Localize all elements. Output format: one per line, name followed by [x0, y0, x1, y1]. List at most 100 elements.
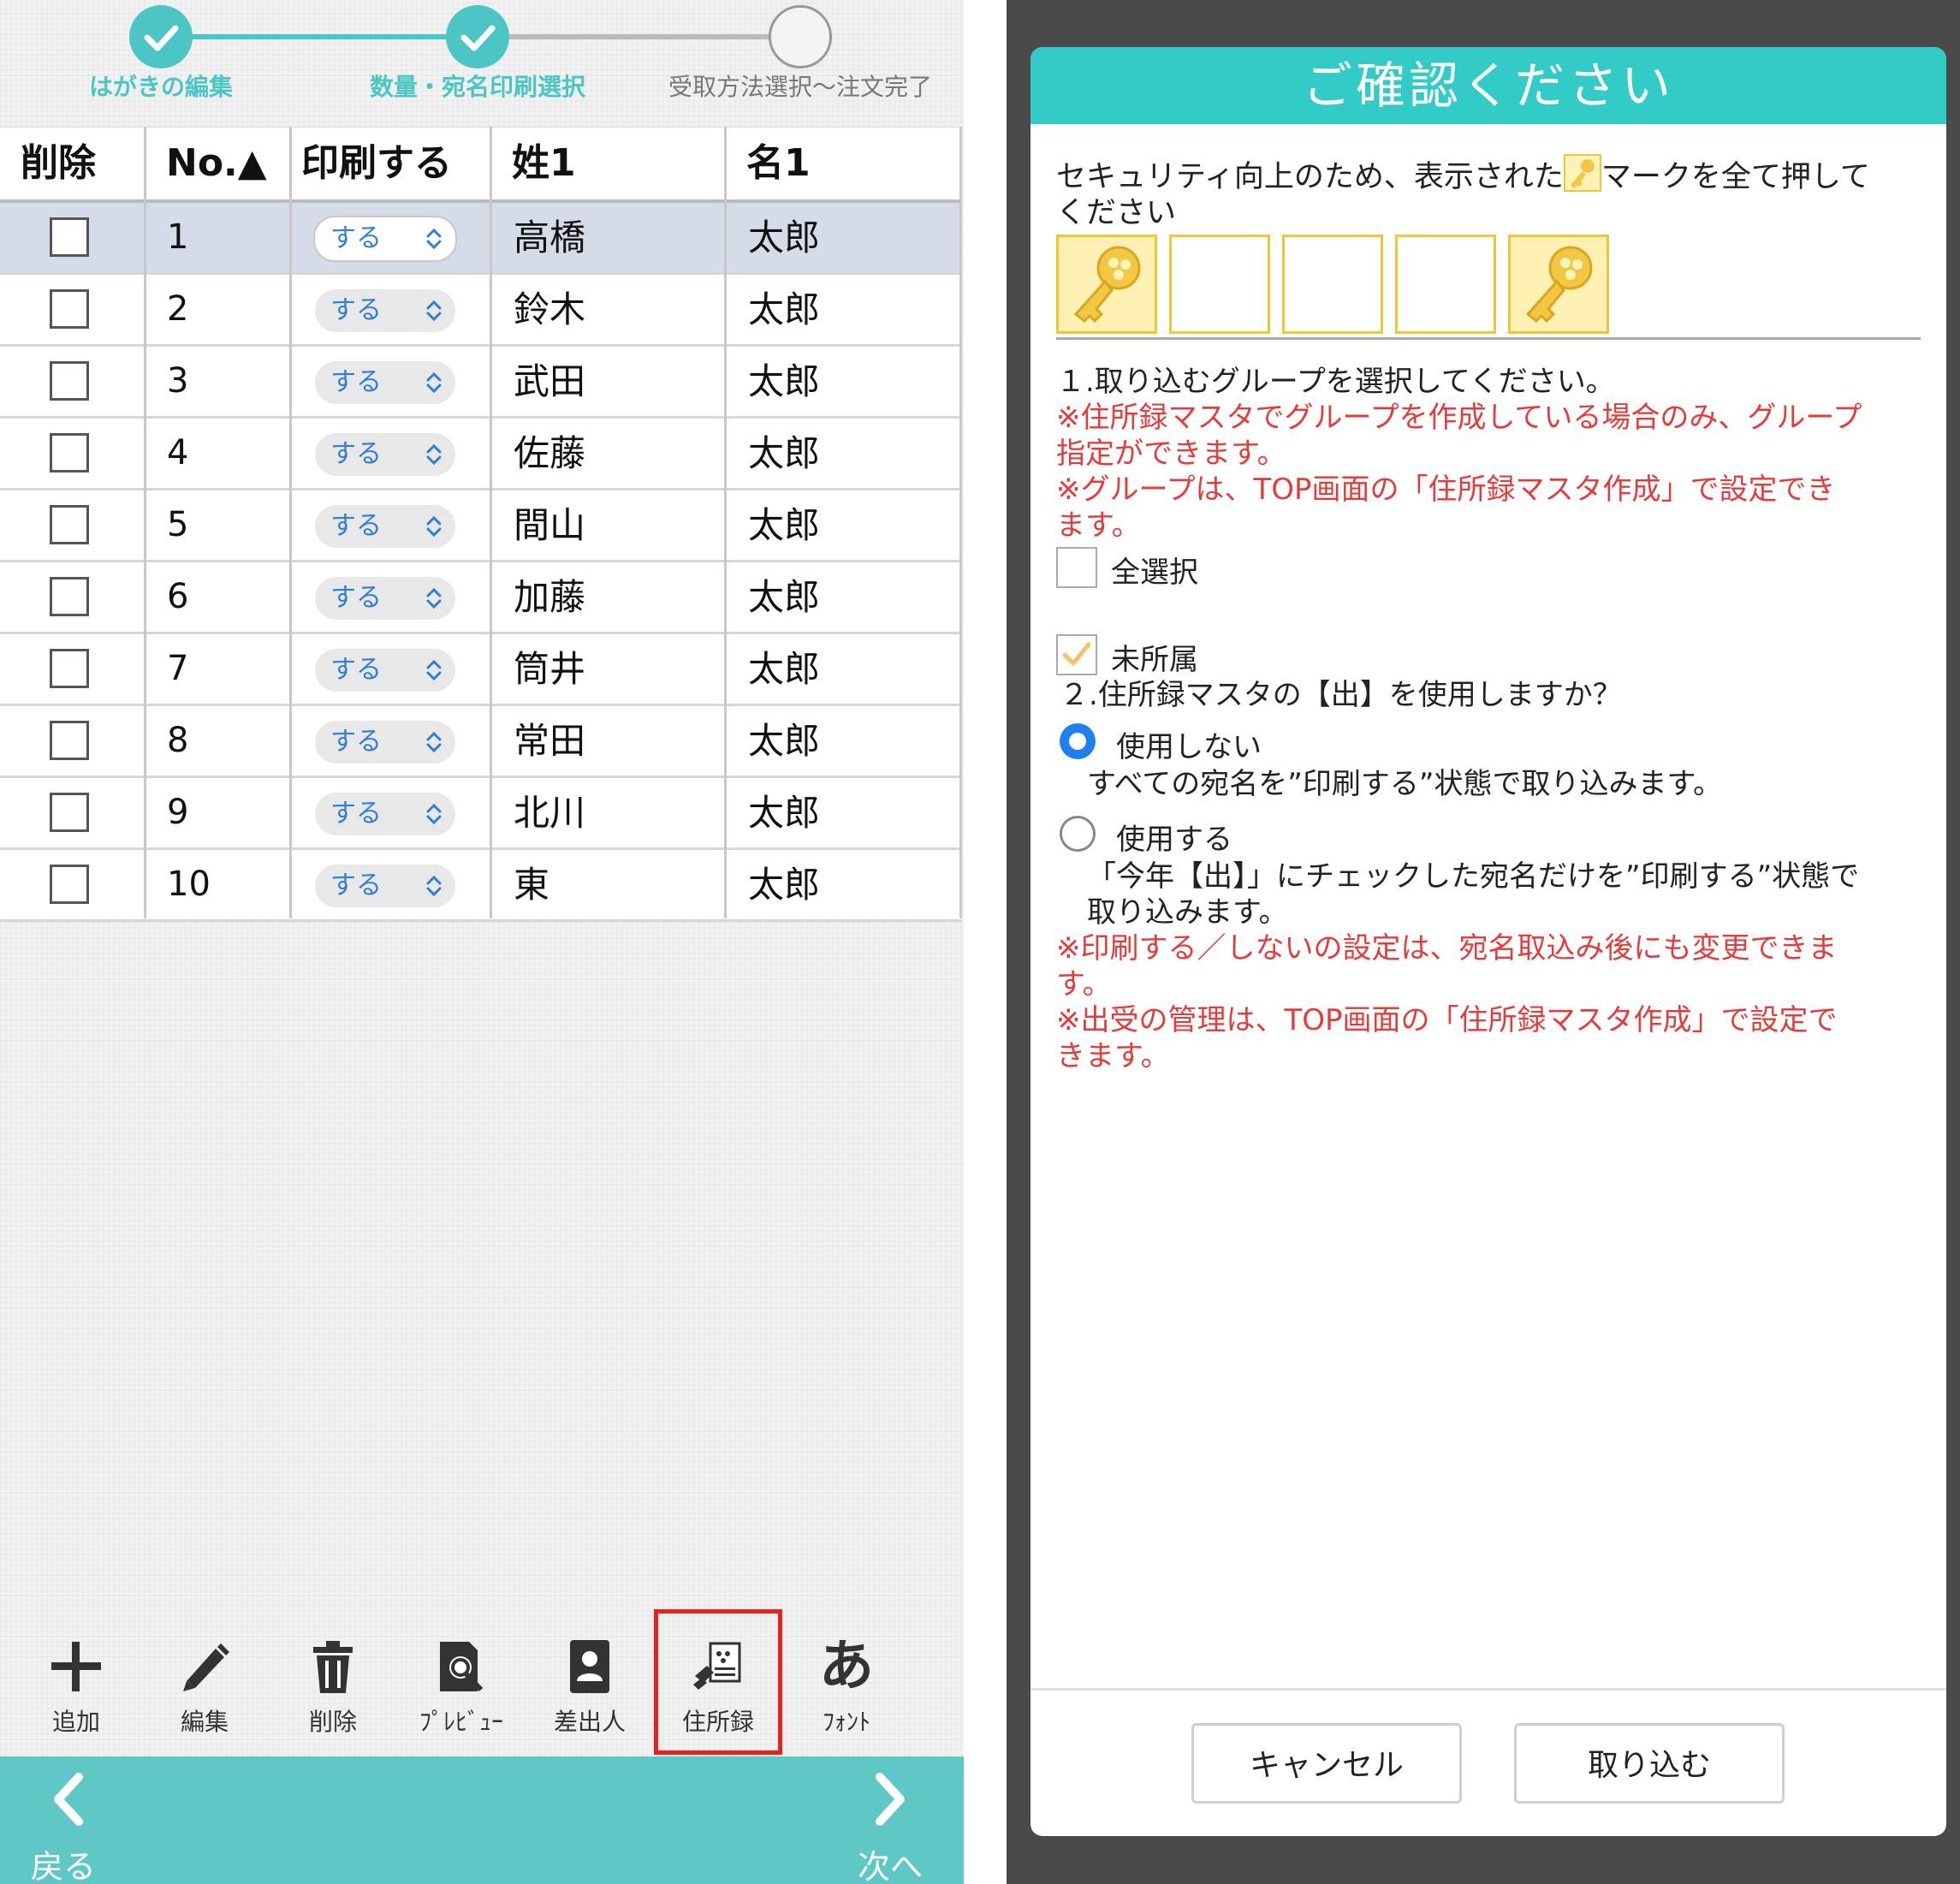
preview-button[interactable]: ﾌﾟﾚﾋﾞｭｰ — [397, 1609, 526, 1755]
step-3-label: 受取方法選択〜注文完了 — [668, 73, 933, 101]
last-name-cell: 高橋 — [514, 217, 586, 259]
step-3-circle-icon — [769, 5, 832, 68]
key-icon — [1525, 246, 1593, 324]
delete-checkbox[interactable] — [50, 505, 89, 544]
print-select[interactable]: する — [315, 289, 455, 332]
row-number: 2 — [167, 289, 189, 329]
note-4b: きます。 — [1056, 1039, 1170, 1073]
step-2-check-icon — [446, 5, 509, 68]
next-button[interactable]: 次へ — [847, 1772, 950, 1884]
column-divider — [724, 127, 727, 918]
updown-chevron-icon — [426, 515, 442, 538]
updown-chevron-icon — [426, 371, 442, 394]
row-number: 3 — [167, 361, 189, 401]
add-label: 追加 — [51, 1708, 100, 1736]
delete-checkbox[interactable] — [50, 721, 89, 760]
radio-not-use-desc: すべての宛名を”印刷する”状態で取り込みます。 — [1087, 767, 1723, 801]
print-select[interactable]: する — [315, 649, 455, 692]
key-grid — [1056, 231, 1921, 340]
radio-selected-icon[interactable] — [1060, 723, 1096, 759]
question-2: ２.住所録マスタの【出】を使用しますか？ — [1060, 678, 1622, 712]
order-list-screen: はがきの編集 数量・宛名印刷選択 受取方法選択〜注文完了 削除 No.▲ 印刷す… — [0, 0, 964, 1884]
radio-use[interactable]: 使用する — [1056, 811, 1921, 859]
last-name-cell: 武田 — [514, 360, 586, 402]
import-button[interactable]: 取り込む — [1514, 1723, 1785, 1804]
last-name-cell: 鈴木 — [514, 288, 586, 330]
back-button[interactable]: 戻る — [26, 1772, 128, 1884]
header-no[interactable]: No.▲ — [166, 128, 267, 199]
row-number: 8 — [167, 721, 189, 760]
bottom-toolbar: 追加 編集 削除 ﾌﾟﾚﾋﾞｭｰ 差出人 住所録 あ ﾌｫﾝﾄ — [0, 1609, 964, 1755]
delete-checkbox[interactable] — [50, 433, 89, 472]
delete-checkbox[interactable] — [50, 793, 89, 832]
last-name-cell: 常田 — [514, 720, 586, 762]
print-select[interactable]: する — [315, 505, 455, 548]
key-icon — [1073, 246, 1141, 324]
last-name-cell: 間山 — [514, 504, 586, 546]
radio-not-use[interactable]: 使用しない — [1056, 718, 1921, 766]
column-divider — [959, 127, 962, 918]
delete-checkbox[interactable] — [50, 577, 89, 616]
dialog-title: ご確認ください — [1030, 47, 1946, 124]
key-box[interactable] — [1169, 235, 1270, 334]
delete-label: 削除 — [308, 1708, 357, 1736]
sender-button[interactable]: 差出人 — [526, 1609, 654, 1755]
print-select-value: する — [330, 871, 382, 900]
delete-checkbox[interactable] — [50, 649, 89, 688]
row-number: 10 — [167, 865, 211, 904]
modal-overlay: ご確認ください セキュリティ向上のため、表示された マークを全て押して ください … — [1007, 0, 1960, 1884]
delete-button[interactable]: 削除 — [269, 1609, 397, 1755]
key-box[interactable] — [1056, 235, 1157, 334]
security-text-before: セキュリティ向上のため、表示された — [1056, 160, 1564, 194]
print-select[interactable]: する — [315, 793, 455, 835]
print-select[interactable]: する — [315, 433, 455, 476]
delete-checkbox[interactable] — [50, 217, 89, 257]
header-mei[interactable]: 名1 — [746, 128, 811, 199]
panel-gap — [964, 0, 1007, 1884]
last-name-cell: 東 — [514, 864, 550, 906]
font-button[interactable]: あ ﾌｫﾝﾄ — [782, 1609, 911, 1755]
add-button[interactable]: 追加 — [12, 1609, 140, 1755]
key-box[interactable] — [1508, 235, 1609, 334]
select-all-box[interactable] — [1056, 547, 1097, 588]
unassigned-box[interactable] — [1056, 634, 1097, 675]
note-2a: ※グループは、TOP画面の「住所録マスタ作成」で設定でき — [1056, 472, 1836, 507]
updown-chevron-icon — [426, 803, 442, 825]
back-label: 戻る — [31, 1848, 97, 1884]
security-instruction: セキュリティ向上のため、表示された マークを全て押して — [1056, 154, 1921, 195]
cancel-button[interactable]: キャンセル — [1191, 1723, 1462, 1804]
key-box[interactable] — [1395, 235, 1496, 334]
font-label: ﾌｫﾝﾄ — [822, 1708, 870, 1736]
edit-button[interactable]: 編集 — [140, 1609, 269, 1755]
last-name-cell: 筒井 — [514, 648, 586, 690]
note-2b: ます。 — [1056, 508, 1141, 543]
row-number: 1 — [167, 217, 189, 257]
print-select[interactable]: する — [313, 216, 457, 262]
row-number: 5 — [167, 505, 189, 544]
print-select-value: する — [330, 655, 382, 685]
first-name-cell: 太郎 — [748, 360, 821, 402]
print-select[interactable]: する — [315, 721, 455, 764]
delete-checkbox[interactable] — [50, 289, 89, 329]
delete-checkbox[interactable] — [50, 361, 89, 401]
note-3b: す。 — [1056, 967, 1112, 1001]
updown-chevron-icon — [426, 731, 442, 753]
note-4a: ※出受の管理は、TOP画面の「住所録マスタ作成」で設定で — [1056, 1003, 1838, 1037]
row-number: 6 — [167, 577, 189, 616]
header-sei[interactable]: 姓1 — [512, 128, 576, 199]
print-select[interactable]: する — [315, 865, 455, 907]
unassigned-checkbox[interactable]: 未所属 — [1056, 631, 1921, 682]
header-print[interactable]: 印刷する — [301, 128, 452, 199]
print-select-value: する — [330, 223, 382, 253]
step-1-check-icon — [129, 5, 193, 68]
address-book-button[interactable]: 住所録 — [654, 1609, 782, 1755]
print-select[interactable]: する — [315, 361, 455, 404]
note-3a: ※印刷する／しないの設定は、宛名取込み後にも変更できま — [1056, 931, 1838, 966]
print-select[interactable]: する — [315, 577, 455, 620]
address-book-icon — [693, 1642, 741, 1690]
delete-checkbox[interactable] — [50, 865, 89, 904]
radio-unselected-icon[interactable] — [1060, 816, 1096, 852]
radio-use-desc-2: 取り込みます。 — [1087, 895, 1288, 930]
key-box[interactable] — [1282, 235, 1383, 334]
select-all-checkbox[interactable]: 全選択 — [1056, 544, 1921, 595]
